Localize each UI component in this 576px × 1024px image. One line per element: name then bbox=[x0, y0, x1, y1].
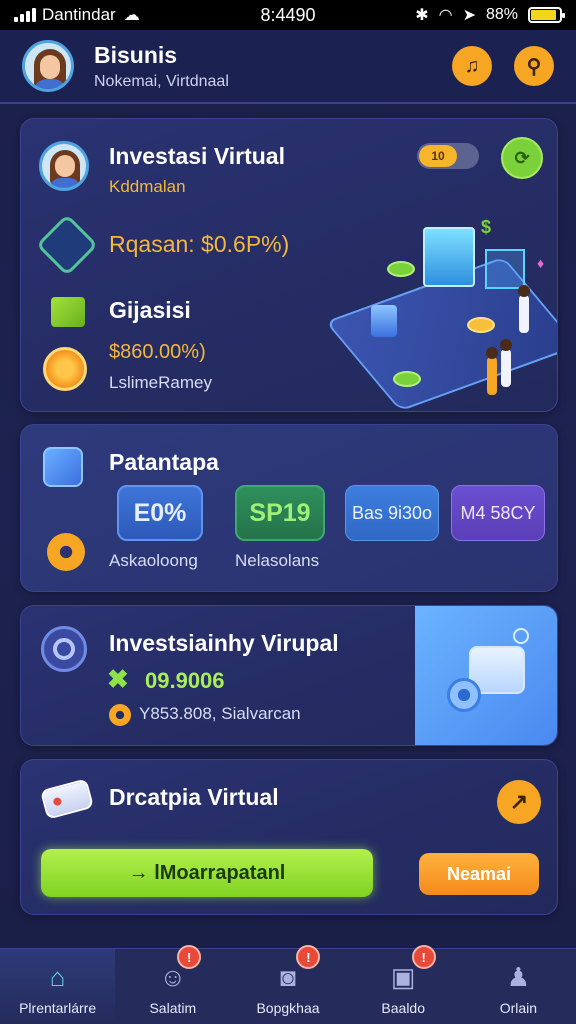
chip-sp[interactable]: SP19 bbox=[235, 485, 325, 541]
notification-badge: ! bbox=[296, 945, 321, 969]
search-icon: ⚲ bbox=[526, 55, 542, 78]
footer-label: LslimeRamey bbox=[109, 373, 212, 392]
investsiainhy-detail: Y853.808, Sialvarcan bbox=[139, 704, 301, 723]
gear-small-icon bbox=[109, 704, 131, 726]
refresh-icon: ⟳ bbox=[514, 147, 530, 168]
patantapa-title: Patantapa bbox=[109, 449, 219, 475]
investasi-title: Investasi Virtual bbox=[109, 143, 285, 169]
refresh-button[interactable]: ⟳ bbox=[501, 137, 543, 179]
investasi-card[interactable]: Investasi Virtual Kddmalan 10 ⟳ Rqasan: … bbox=[20, 118, 558, 412]
gear-icon bbox=[47, 533, 85, 571]
nav-item-wallet[interactable]: ! ▣ Baaldo bbox=[346, 945, 461, 1024]
coin-icon bbox=[43, 347, 87, 391]
label-left: Askaoloong bbox=[109, 551, 198, 570]
nav-label: Bopgkhaa bbox=[256, 1000, 320, 1016]
amount-value: $860.00%) bbox=[109, 341, 206, 363]
router-icon bbox=[39, 778, 95, 820]
patantapa-card[interactable]: Patantapa E0% SP19 Bas 9i30o M4 58CY Ask… bbox=[20, 424, 558, 592]
nav-label: Orlain bbox=[499, 1000, 538, 1016]
profile-icon: ♟ bbox=[506, 961, 531, 992]
nav-item-chat[interactable]: ! ☺ Salatim bbox=[115, 945, 230, 1024]
investasi-toggle[interactable]: 10 bbox=[417, 143, 479, 169]
investsiainhy-value: 09.9006 bbox=[145, 668, 225, 693]
arrow-button[interactable]: ↗ bbox=[497, 780, 541, 824]
chip-bas[interactable]: Bas 9i30o bbox=[345, 485, 439, 541]
investment-illustration: $ ♦ bbox=[325, 209, 557, 411]
card-avatar bbox=[39, 141, 89, 191]
label-right: Nelasolans bbox=[235, 551, 320, 570]
music-icon: ♫ bbox=[464, 54, 480, 77]
target-icon bbox=[41, 626, 87, 672]
toggle-label: 10 bbox=[419, 145, 457, 167]
drcatapia-card[interactable]: Drcatpia Virtual ↗ → lMoarrapatanl Neama… bbox=[20, 759, 558, 915]
status-bar: Dantindar ☁ 8:4490 ✱ ◠ ➤ 88% bbox=[0, 0, 576, 30]
arrow-icon: ↗ bbox=[509, 789, 529, 814]
wallet-icon: ▣ bbox=[390, 961, 416, 992]
page-title: Bisunis bbox=[94, 41, 178, 68]
chip-percent[interactable]: E0% bbox=[117, 485, 203, 541]
notification-badge: ! bbox=[177, 945, 202, 969]
app-screen: Dantindar ☁ 8:4490 ✱ ◠ ➤ 88% Bisunis Nok… bbox=[0, 0, 576, 1024]
nav-label: Baaldo bbox=[381, 1000, 425, 1016]
notification-badge: ! bbox=[411, 945, 436, 969]
investsiainhy-card[interactable]: Investsiainhy Virupal ✖ 09.9006 Y853.808… bbox=[20, 605, 558, 746]
drcatapia-title: Drcatpia Virtual bbox=[109, 784, 279, 810]
primary-action-button[interactable]: → lMoarrapatanl bbox=[41, 849, 373, 897]
battery-icon bbox=[528, 7, 565, 23]
music-button[interactable]: ♫ bbox=[452, 46, 492, 86]
secondary-action-button[interactable]: Neamai bbox=[419, 853, 539, 895]
monitor-icon bbox=[423, 227, 475, 287]
page-subtitle: Nokemai, Virtdnaal bbox=[94, 72, 229, 90]
app-header: Bisunis Nokemai, Virtdnaal ♫ ⚲ bbox=[0, 30, 576, 104]
nav-item-home[interactable]: ⌂ Plrentarlárre bbox=[0, 949, 116, 1024]
search-button[interactable]: ⚲ bbox=[514, 46, 554, 86]
bottom-nav: ⌂ Plrentarlárre ! ☺ Salatim ! ◙ Bopgkhaa… bbox=[0, 945, 576, 1024]
avatar[interactable] bbox=[22, 40, 74, 92]
section-title: Gijasisi bbox=[109, 297, 191, 323]
nav-item-camera[interactable]: ! ◙ Bopgkhaa bbox=[230, 945, 345, 1024]
nav-label: Plrentarlárre bbox=[19, 1000, 97, 1016]
wallet-icon bbox=[35, 213, 99, 277]
chip-m4[interactable]: M4 58CY bbox=[451, 485, 545, 541]
return-label: Rqasan: $0.6P%) bbox=[109, 231, 290, 257]
investasi-subtitle: Kddmalan bbox=[109, 177, 186, 196]
money-icon: ✖ bbox=[107, 664, 129, 694]
device-illustration bbox=[415, 606, 557, 745]
nav-label: Salatim bbox=[149, 1000, 197, 1016]
investsiainhy-title: Investsiainhy Virupal bbox=[109, 630, 339, 656]
clock: 8:4490 bbox=[260, 5, 316, 25]
home-icon: ⌂ bbox=[49, 961, 66, 992]
camera-icon: ◙ bbox=[280, 961, 296, 992]
box-icon bbox=[43, 447, 83, 487]
cube-icon bbox=[51, 297, 85, 327]
nav-item-profile[interactable]: ♟ Orlain bbox=[461, 949, 576, 1024]
